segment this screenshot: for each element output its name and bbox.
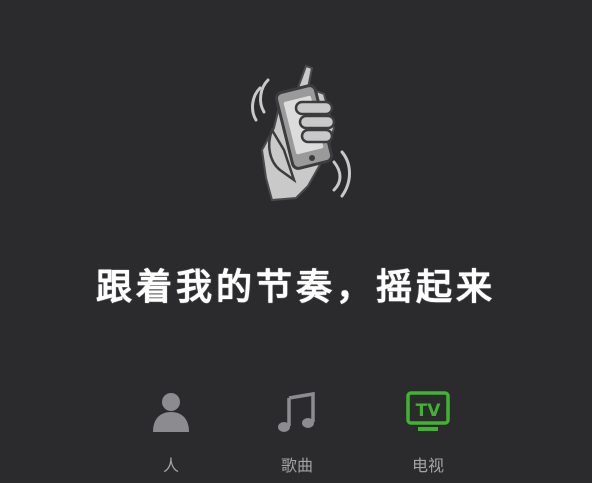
tab-people-label: 人 bbox=[162, 456, 179, 475]
slogan-text: 跟着我的节奏，摇起来 bbox=[95, 267, 496, 308]
shake-screen: 跟着我的节奏，摇起来 人 歌曲 TV 电视 bbox=[0, 0, 592, 483]
tab-songs-label: 歌曲 bbox=[280, 456, 313, 475]
shake-phone-icon bbox=[251, 64, 351, 202]
music-note-icon bbox=[278, 391, 315, 432]
tv-icon-text: TV bbox=[416, 401, 442, 421]
tab-songs[interactable]: 歌曲 bbox=[257, 388, 337, 478]
shake-mode-tabbar: 人 歌曲 TV 电视 bbox=[0, 388, 592, 478]
tv-icon: TV bbox=[406, 391, 450, 431]
tab-people[interactable]: 人 bbox=[131, 388, 211, 478]
tab-tv-label: 电视 bbox=[411, 456, 444, 475]
tab-tv[interactable]: TV 电视 bbox=[388, 388, 468, 478]
person-icon bbox=[153, 393, 189, 432]
